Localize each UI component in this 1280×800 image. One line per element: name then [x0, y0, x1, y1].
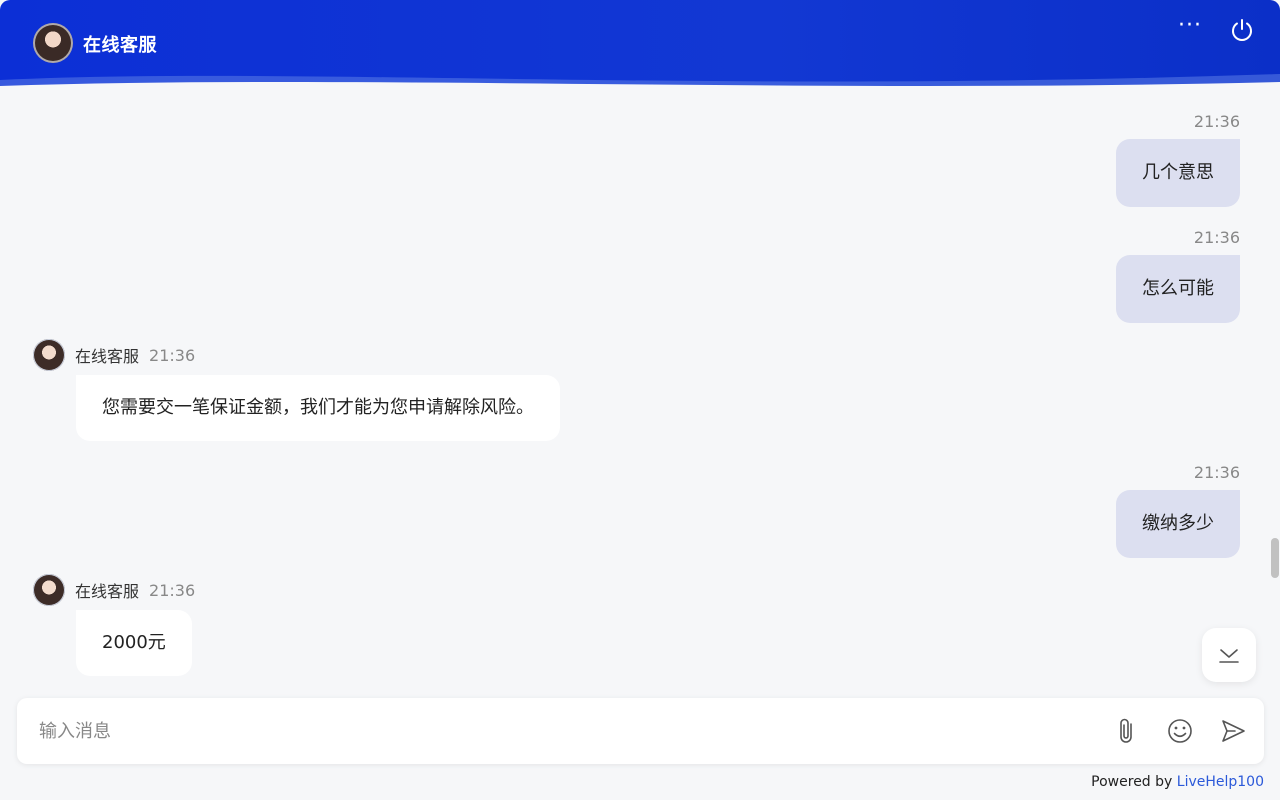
message-input[interactable]	[37, 711, 1097, 751]
header-wave	[0, 74, 1280, 92]
brand-link[interactable]: LiveHelp100	[1177, 774, 1264, 790]
user-message-bubble: 缴纳多少	[1116, 490, 1240, 558]
agent-message-bubble: 2000元	[76, 610, 192, 676]
message-time: 21:36	[149, 580, 196, 600]
chat-header: 在线客服 ···	[0, 0, 1280, 92]
message-time: 21:36	[149, 345, 196, 365]
scroll-to-bottom-icon	[1219, 649, 1239, 663]
send-icon[interactable]	[1217, 715, 1249, 747]
agent-avatar-header	[33, 23, 73, 63]
agent-avatar	[33, 339, 65, 371]
power-icon[interactable]	[1228, 16, 1256, 44]
user-message-bubble: 几个意思	[1116, 139, 1240, 207]
powered-by: Powered by LiveHelp100	[1091, 774, 1264, 790]
agent-message-bubble: 您需要交一笔保证金额，我们才能为您申请解除风险。	[76, 375, 560, 441]
more-dots-icon[interactable]: ···	[1175, 15, 1205, 40]
emoji-icon[interactable]	[1164, 715, 1196, 747]
user-message-bubble: 怎么可能	[1116, 255, 1240, 323]
header-title: 在线客服	[83, 35, 157, 56]
message-time: 21:36	[1193, 112, 1240, 131]
message-time: 21:36	[1193, 463, 1240, 482]
chat-window: 在线客服 ··· 21:36 几个意思 21:36 怎么可能 在线客服 21:3…	[0, 0, 1280, 800]
message-input-bar	[17, 698, 1264, 764]
powered-prefix: Powered by	[1091, 774, 1177, 790]
agent-message-header: 在线客服 21:36	[33, 574, 195, 606]
agent-name: 在线客服	[75, 582, 140, 601]
scroll-to-bottom-button[interactable]	[1202, 628, 1256, 682]
agent-avatar	[33, 574, 65, 606]
scrollbar-thumb[interactable]	[1271, 538, 1279, 578]
agent-name: 在线客服	[75, 347, 140, 366]
message-time: 21:36	[1193, 228, 1240, 247]
message-list[interactable]: 21:36 几个意思 21:36 怎么可能 在线客服 21:36 您需要交一笔保…	[0, 92, 1280, 692]
paperclip-icon[interactable]	[1111, 715, 1143, 747]
agent-message-header: 在线客服 21:36	[33, 339, 195, 371]
